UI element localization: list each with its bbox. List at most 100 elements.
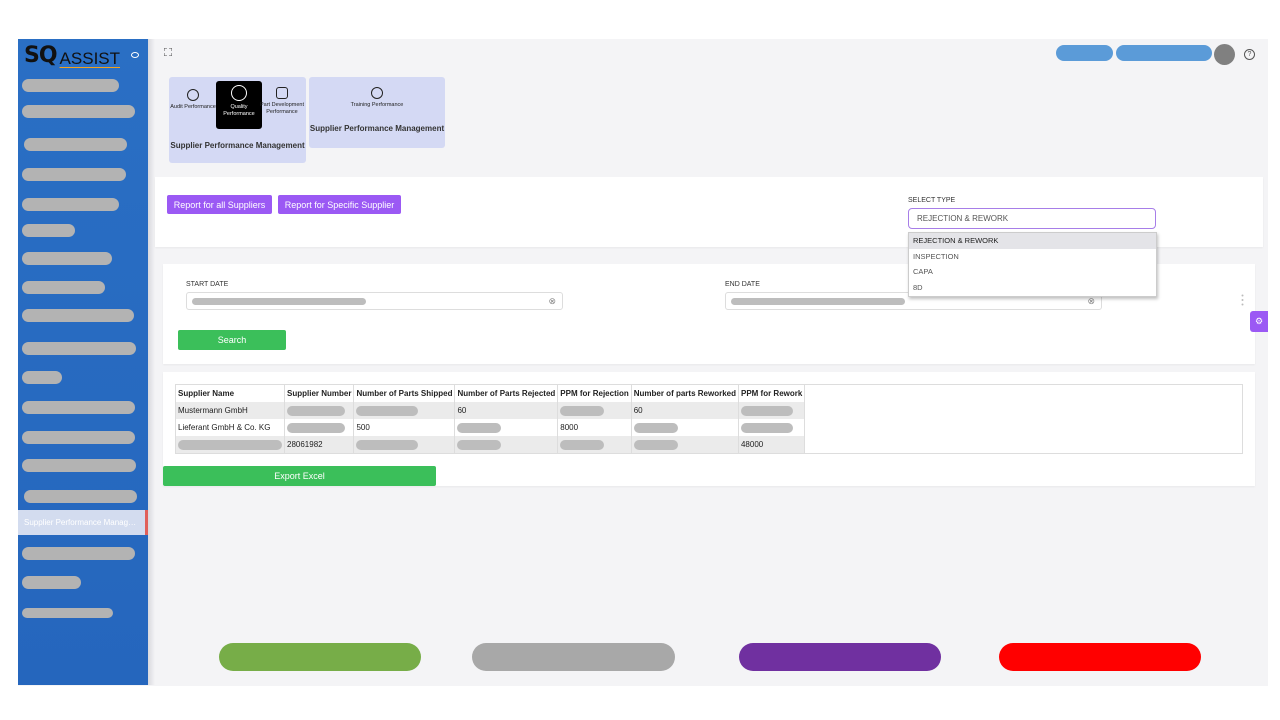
module-label: Training Performance [350, 102, 404, 108]
sidebar-item[interactable] [22, 252, 112, 265]
report-all-suppliers-button[interactable]: Report for all Suppliers [167, 195, 272, 214]
select-type-input[interactable]: REJECTION & REWORK [908, 208, 1156, 229]
sidebar-item[interactable] [22, 401, 135, 414]
table-cell [284, 402, 355, 419]
table-cell: 48000 [738, 436, 806, 453]
module-audit-performance[interactable]: Audit Performance [170, 89, 216, 111]
start-date-value [192, 298, 366, 305]
clear-icon[interactable]: ⊗ [548, 296, 556, 307]
module-title: Supplier Performance Management [309, 124, 445, 133]
module-label: Part Development Performance [259, 102, 305, 115]
table-header-row: Supplier Name Supplier Number Number of … [176, 385, 806, 402]
table-cell [738, 402, 806, 419]
start-date-input[interactable]: ⊗ [186, 292, 563, 310]
export-excel-button[interactable]: Export Excel [163, 466, 436, 486]
gear-icon [231, 85, 247, 101]
table-cell [353, 436, 456, 453]
module-card-training: Training Performance Supplier Performanc… [309, 77, 445, 148]
eye-icon[interactable] [131, 52, 139, 58]
select-type-label: SELECT TYPE [908, 197, 956, 204]
sidebar-item[interactable] [24, 138, 127, 151]
sidebar-item[interactable] [22, 198, 119, 211]
sidebar-item[interactable] [22, 79, 119, 92]
sidebar-item[interactable] [22, 608, 113, 618]
redacted-value [633, 422, 678, 433]
table-cell [176, 436, 285, 453]
table-cell: Mustermann GmbH [176, 402, 285, 419]
table-cell [353, 402, 456, 419]
sidebar: SQ ASSIST Supplier Performance Managemen… [18, 39, 148, 685]
redacted-value [356, 439, 419, 450]
module-card-quality: Audit Performance Quality Performance Pa… [169, 77, 306, 163]
dropdown-option[interactable]: REJECTION & REWORK [909, 233, 1156, 249]
header-parts-rejected[interactable]: Number of Parts Rejected [454, 385, 559, 402]
logo[interactable]: SQ ASSIST [24, 45, 120, 68]
search-button[interactable]: Search [178, 330, 286, 350]
table-cell: 60 [631, 402, 739, 419]
table-cell [557, 402, 632, 419]
legend-pill-red [999, 643, 1201, 671]
dropdown-option[interactable]: CAPA [909, 264, 1156, 280]
end-date-label: END DATE [725, 281, 760, 288]
table-row: 28061982 48000 [176, 436, 806, 453]
table-cell: 28061982 [284, 436, 355, 453]
settings-tab[interactable]: ⚙ [1250, 311, 1268, 332]
help-icon[interactable]: ? [1244, 49, 1255, 60]
header-parts-reworked[interactable]: Number of parts Reworked [631, 385, 739, 402]
redacted-value [740, 405, 793, 416]
avatar[interactable] [1214, 44, 1235, 65]
table-row: Lieferant GmbH & Co. KG 500 8000 [176, 419, 806, 436]
end-date-value [731, 298, 905, 305]
sidebar-item[interactable] [22, 105, 135, 118]
more-vertical-icon[interactable] [1241, 294, 1244, 306]
table-cell [454, 436, 559, 453]
sidebar-item[interactable] [22, 224, 75, 237]
clear-icon[interactable]: ⊗ [1087, 296, 1095, 307]
gear-icon: ⚙ [1254, 316, 1264, 326]
table-cell: 60 [454, 402, 559, 419]
header-pill-1[interactable] [1056, 45, 1113, 61]
module-training-performance[interactable]: Training Performance [347, 87, 407, 109]
sidebar-item[interactable] [24, 490, 137, 503]
redacted-value [178, 439, 282, 450]
header-pill-2[interactable] [1116, 45, 1212, 61]
module-part-development[interactable]: Part Development Performance [259, 87, 305, 115]
redacted-value [457, 422, 502, 433]
header-ppm-rejection[interactable]: PPM for Rejection [557, 385, 632, 402]
report-specific-supplier-button[interactable]: Report for Specific Supplier [278, 195, 401, 214]
fullscreen-icon[interactable] [164, 48, 172, 56]
target-icon [187, 89, 199, 101]
table-cell [738, 419, 806, 436]
dropdown-option[interactable]: 8D [909, 280, 1156, 296]
header-parts-shipped[interactable]: Number of Parts Shipped [353, 385, 456, 402]
sidebar-item[interactable] [22, 342, 136, 355]
table-row: Mustermann GmbH 60 60 [176, 402, 806, 419]
header-ppm-rework[interactable]: PPM for Rework [738, 385, 806, 402]
table-cell [631, 436, 739, 453]
redacted-value [287, 422, 345, 433]
redacted-value [287, 405, 345, 416]
module-label: Audit Performance [170, 104, 216, 110]
redacted-value [457, 439, 502, 450]
legend-pill-gray [472, 643, 675, 671]
header-supplier-name[interactable]: Supplier Name [176, 385, 285, 402]
header-supplier-number[interactable]: Supplier Number [284, 385, 355, 402]
sidebar-item[interactable] [22, 281, 105, 294]
sidebar-item[interactable] [22, 459, 136, 472]
sidebar-item[interactable] [22, 168, 126, 181]
table-cell: 8000 [557, 419, 632, 436]
table-cell [284, 419, 355, 436]
redacted-value [633, 439, 678, 450]
sidebar-item[interactable] [22, 309, 134, 322]
sidebar-item[interactable] [22, 576, 81, 589]
sidebar-item[interactable] [22, 431, 135, 444]
sidebar-item[interactable] [22, 547, 135, 560]
module-title: Supplier Performance Management [170, 141, 305, 150]
dropdown-option[interactable]: INSPECTION [909, 249, 1156, 265]
sidebar-item[interactable] [22, 371, 62, 384]
sidebar-item-supplier-performance[interactable]: Supplier Performance Management [18, 510, 148, 535]
module-quality-performance[interactable]: Quality Performance [216, 81, 262, 129]
table-cell: Lieferant GmbH & Co. KG [176, 419, 285, 436]
legend-pill-purple [739, 643, 941, 671]
table-cell: 500 [353, 419, 456, 436]
